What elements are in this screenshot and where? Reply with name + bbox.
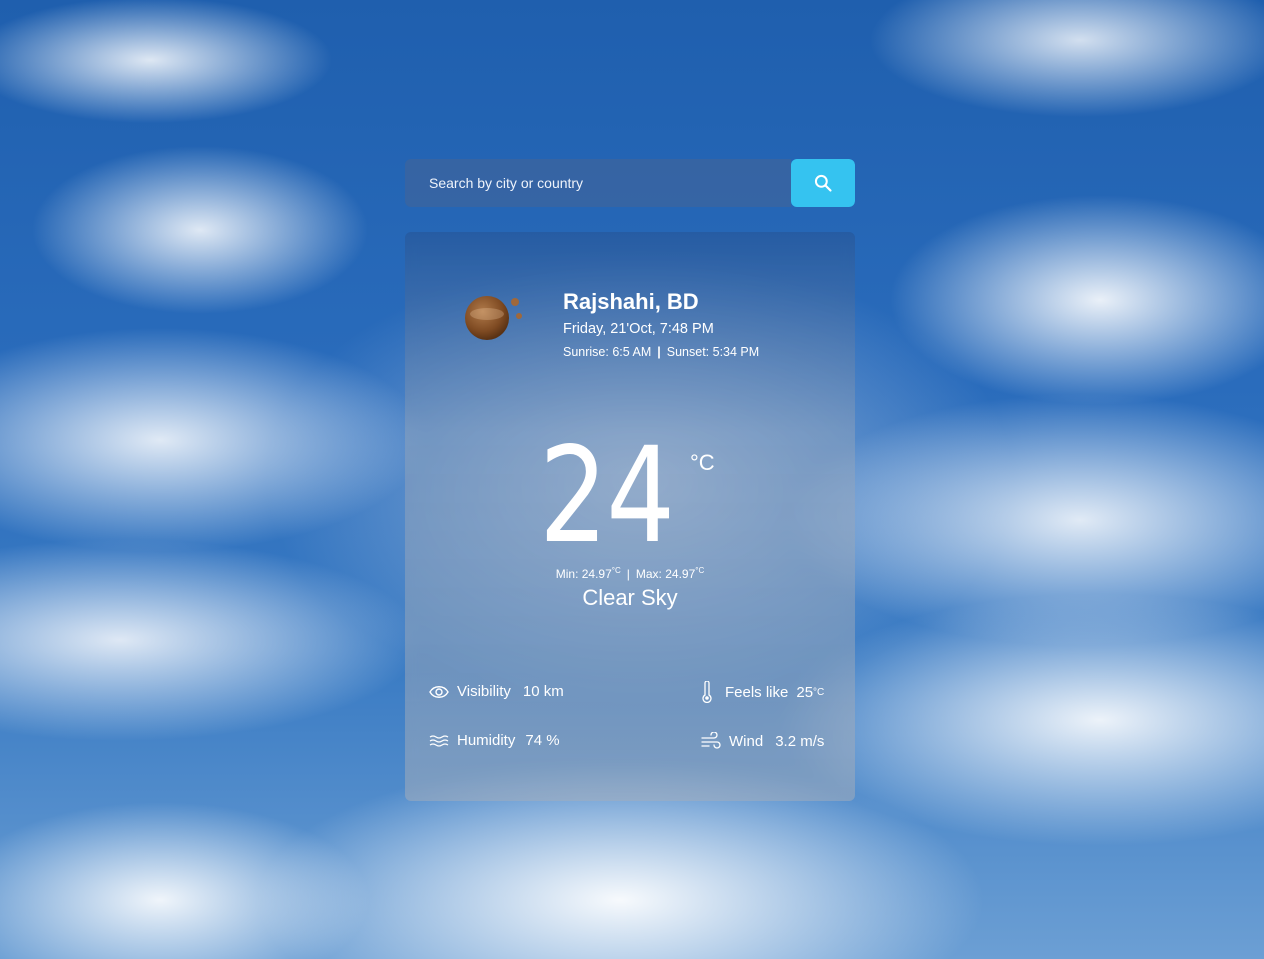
eye-icon [429,685,449,698]
temperature-unit: °C [690,450,715,475]
wind-label: Wind [729,732,764,750]
separator: | [626,567,630,581]
separator: | [657,345,661,359]
search-button[interactable] [791,159,855,207]
feels-like-label: Feels like [725,683,789,701]
humidity-label: Humidity [457,732,516,749]
search-input[interactable] [405,159,791,207]
sun-times: Sunrise: 6:5 AM | Sunset: 5:34 PM [563,345,759,359]
sunset-text: Sunset: 5:34 PM [666,345,760,359]
weather-condition: Clear Sky [582,585,678,610]
search-icon [814,174,832,192]
feels-like-unit: °C [813,686,825,698]
city-name: Rajshahi, BD [563,289,699,314]
max-temp-unit: °C [695,566,705,575]
max-temp: Max: 24.97 [635,567,696,581]
date-time: Friday, 21'Oct, 7:48 PM [563,321,714,337]
min-temp: Min: 24.97 [555,567,612,581]
wind-icon [701,732,721,749]
search-bar [405,159,855,207]
weather-card: Rajshahi, BD Friday, 21'Oct, 7:48 PM Sun… [405,232,855,801]
visibility-value: 10 km [522,683,564,700]
wind-value: 3.2 m/s [775,732,825,750]
humidity-value: 74 % [525,732,560,749]
temperature-value: 24 [539,419,675,573]
wind-detail: Wind 3.2 m/s [701,732,824,750]
min-temp-unit: °C [611,566,621,575]
min-max-temperature: Min: 24.97°C | Max: 24.97°C [405,566,855,581]
humidity-detail: Humidity 74 % [429,732,560,749]
visibility-detail: Visibility 10 km [429,683,564,700]
feels-like-detail: Feels like 25 °C [701,681,824,703]
sunrise-text: Sunrise: 6:5 AM [563,345,652,359]
visibility-label: Visibility [457,683,511,700]
thermometer-icon [702,681,712,703]
humidity-waves-icon [429,734,449,747]
clear-night-moon-icon [465,296,522,340]
feels-like-value: 25 [796,683,814,701]
